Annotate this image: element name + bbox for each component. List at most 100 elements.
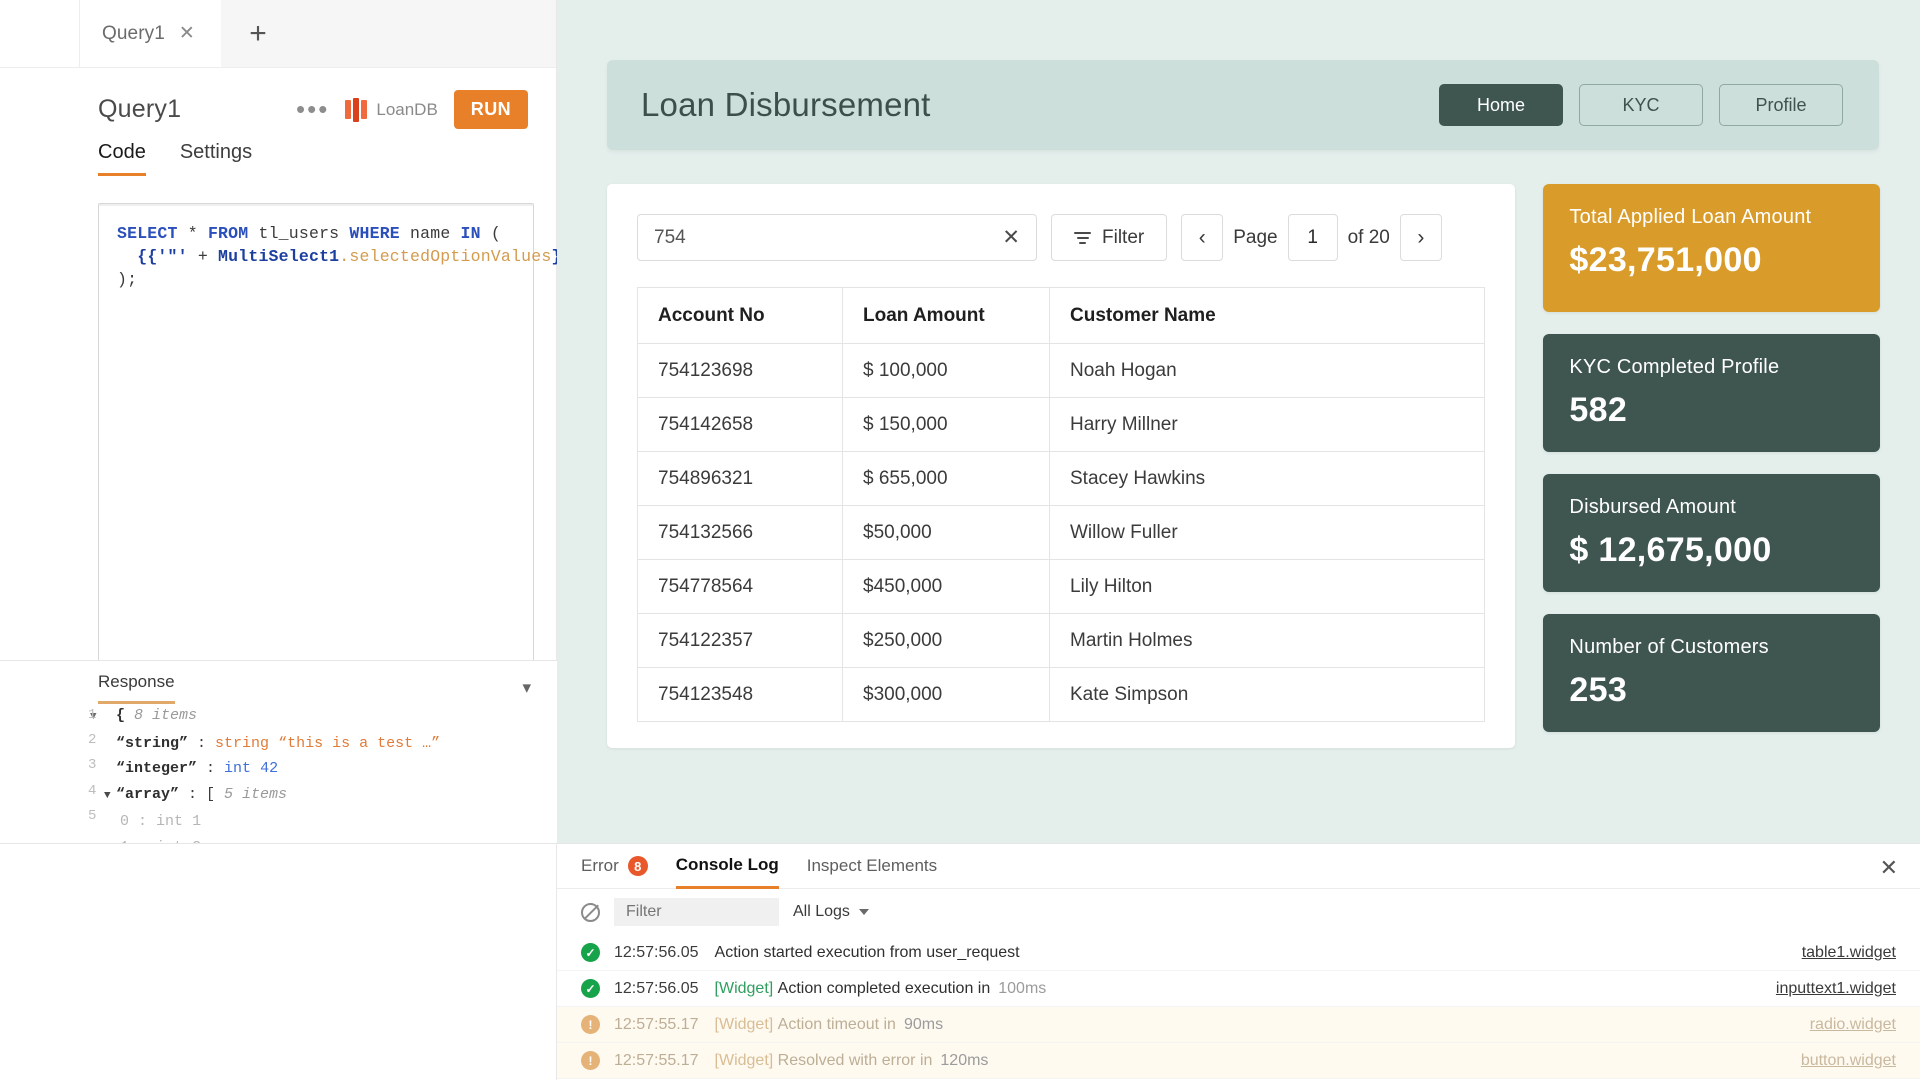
json-type: string (215, 731, 269, 757)
tab-settings[interactable]: Settings (180, 141, 252, 176)
table-row[interactable]: 754778564$450,000Lily Hilton (638, 560, 1485, 614)
cell-loan-amount: $250,000 (843, 614, 1050, 668)
kpi-value: $ 12,675,000 (1569, 531, 1854, 570)
cell-loan-amount: $ 100,000 (843, 344, 1050, 398)
log-level-select[interactable]: All Logs (793, 903, 869, 921)
log-message: Action started execution from user_reque… (715, 944, 1020, 962)
query-tab[interactable]: Query1 ✕ (80, 0, 221, 67)
page-number-input[interactable]: 1 (1288, 214, 1338, 261)
table-toolbar: ✕ Filter ‹ Page 1 of 20 › (637, 214, 1485, 261)
json-row: 4▼“array” : [ 5 items (90, 782, 557, 810)
tab-code[interactable]: Code (98, 141, 146, 176)
ban-icon[interactable] (581, 903, 600, 922)
json-value: 42 (260, 756, 278, 782)
console-filter-input[interactable] (614, 898, 779, 926)
json-type: int (224, 756, 251, 782)
nav-button-home[interactable]: Home (1439, 84, 1563, 126)
tab-error[interactable]: Error 8 (581, 844, 648, 889)
table-head: Account No Loan Amount Customer Name (638, 288, 1485, 344)
workspace: Query1 ✕ + Query1 ••• LoanDB RUN (0, 0, 1920, 843)
query-header-actions: ••• LoanDB RUN (296, 90, 528, 129)
json-key: “array” (116, 782, 179, 808)
cell-customer-name: Harry Millner (1050, 398, 1485, 452)
line-number: 5 (88, 804, 102, 830)
table-row[interactable]: 754123698$ 100,000Noah Hogan (638, 344, 1485, 398)
run-button[interactable]: RUN (454, 90, 528, 129)
table-row[interactable]: 754122357$250,000Martin Holmes (638, 614, 1485, 668)
log-source-link[interactable]: radio.widget (1810, 1016, 1896, 1034)
log-timestamp: 12:57:56.05 (614, 980, 699, 998)
json-count: 5 items (224, 782, 287, 808)
log-entry[interactable]: ! 12:57:55.17 [Widget] Resolved with err… (557, 1043, 1920, 1079)
sql-keyword-where: WHERE (349, 224, 400, 243)
error-count-badge: 8 (628, 856, 648, 876)
kpi-card-number-of-customers: Number of Customers 253 (1543, 614, 1880, 732)
log-tag: [Widget] (715, 980, 774, 998)
column-header-customer-name[interactable]: Customer Name (1050, 288, 1485, 344)
query-title: Query1 (98, 95, 181, 124)
cell-customer-name: Lily Hilton (1050, 560, 1485, 614)
cell-account-no: 754896321 (638, 452, 843, 506)
new-query-tab-button[interactable]: + (221, 0, 295, 67)
ellipsis-icon[interactable]: ••• (296, 102, 329, 118)
chevron-left-icon[interactable]: ‹ (1181, 214, 1223, 261)
log-duration: 100ms (998, 980, 1046, 998)
sql-widget-ref: MultiSelect1 (218, 247, 339, 266)
filter-icon (1074, 232, 1091, 244)
close-icon[interactable]: ✕ (179, 24, 195, 43)
tab-inspect-elements[interactable]: Inspect Elements (807, 844, 937, 889)
sql-indent (117, 247, 137, 266)
log-source-link[interactable]: button.widget (1801, 1052, 1896, 1070)
close-icon[interactable]: ✕ (1880, 855, 1898, 881)
sql-keyword-in: IN (461, 224, 481, 243)
log-entry[interactable]: ✓ 12:57:56.05 Action started execution f… (557, 935, 1920, 971)
kpi-value: $23,751,000 (1569, 241, 1854, 280)
cell-loan-amount: $300,000 (843, 668, 1050, 722)
nav-button-kyc[interactable]: KYC (1579, 84, 1703, 126)
search-input[interactable] (654, 227, 1002, 249)
log-source-link[interactable]: inputtext1.widget (1776, 980, 1896, 998)
kpi-card-kyc-completed-profile: KYC Completed Profile 582 (1543, 334, 1880, 452)
expand-triangle-icon[interactable]: ▼ (104, 790, 111, 802)
tab-console-log[interactable]: Console Log (676, 844, 779, 889)
log-timestamp: 12:57:56.05 (614, 944, 699, 962)
log-source-link[interactable]: table1.widget (1802, 944, 1896, 962)
json-type: int (156, 809, 183, 835)
cell-customer-name: Stacey Hawkins (1050, 452, 1485, 506)
table-row[interactable]: 754123548$300,000Kate Simpson (638, 668, 1485, 722)
cell-account-no: 754122357 (638, 614, 843, 668)
close-icon[interactable]: ✕ (1002, 227, 1020, 248)
query-tab-label: Query1 (102, 23, 165, 45)
cell-customer-name: Noah Hogan (1050, 344, 1485, 398)
response-title: Response (98, 672, 175, 704)
log-level-label: All Logs (793, 903, 850, 921)
column-header-loan-amount[interactable]: Loan Amount (843, 288, 1050, 344)
chevron-down-icon[interactable]: ▾ (522, 678, 531, 698)
editor-subtabs: Code Settings (0, 135, 556, 176)
nav-button-profile[interactable]: Profile (1719, 84, 1843, 126)
json-key: “integer” (116, 756, 197, 782)
status-ok-icon: ✓ (581, 979, 600, 998)
cell-customer-name: Kate Simpson (1050, 668, 1485, 722)
chevron-right-icon[interactable]: › (1400, 214, 1442, 261)
log-message: Resolved with error in (778, 1052, 933, 1070)
chevron-down-icon (859, 909, 869, 915)
code-editor-accent (99, 204, 533, 206)
search-box[interactable]: ✕ (637, 214, 1037, 261)
json-count: 8 items (134, 703, 197, 729)
cell-loan-amount: $ 150,000 (843, 398, 1050, 452)
editor-tabbar: Query1 ✕ + (0, 0, 556, 68)
json-row: 3“integer” : int 42 (90, 756, 557, 782)
column-header-account-no[interactable]: Account No (638, 288, 843, 344)
datasource-chip[interactable]: LoanDB (345, 98, 437, 122)
table-row[interactable]: 754142658$ 150,000Harry Millner (638, 398, 1485, 452)
status-ok-icon: ✓ (581, 943, 600, 962)
json-bracket: [ (206, 782, 224, 808)
sql-code-content[interactable]: SELECT * FROM tl_users WHERE name IN ( {… (99, 204, 533, 305)
log-entry[interactable]: ✓ 12:57:56.05 [Widget] Action completed … (557, 971, 1920, 1007)
filter-button[interactable]: Filter (1051, 214, 1167, 261)
table-row[interactable]: 754132566$50,000Willow Fuller (638, 506, 1485, 560)
table-row[interactable]: 754896321$ 655,000Stacey Hawkins (638, 452, 1485, 506)
query-editor-pane: Query1 ✕ + Query1 ••• LoanDB RUN (0, 0, 557, 843)
log-entry[interactable]: ! 12:57:55.17 [Widget] Action timeout in… (557, 1007, 1920, 1043)
